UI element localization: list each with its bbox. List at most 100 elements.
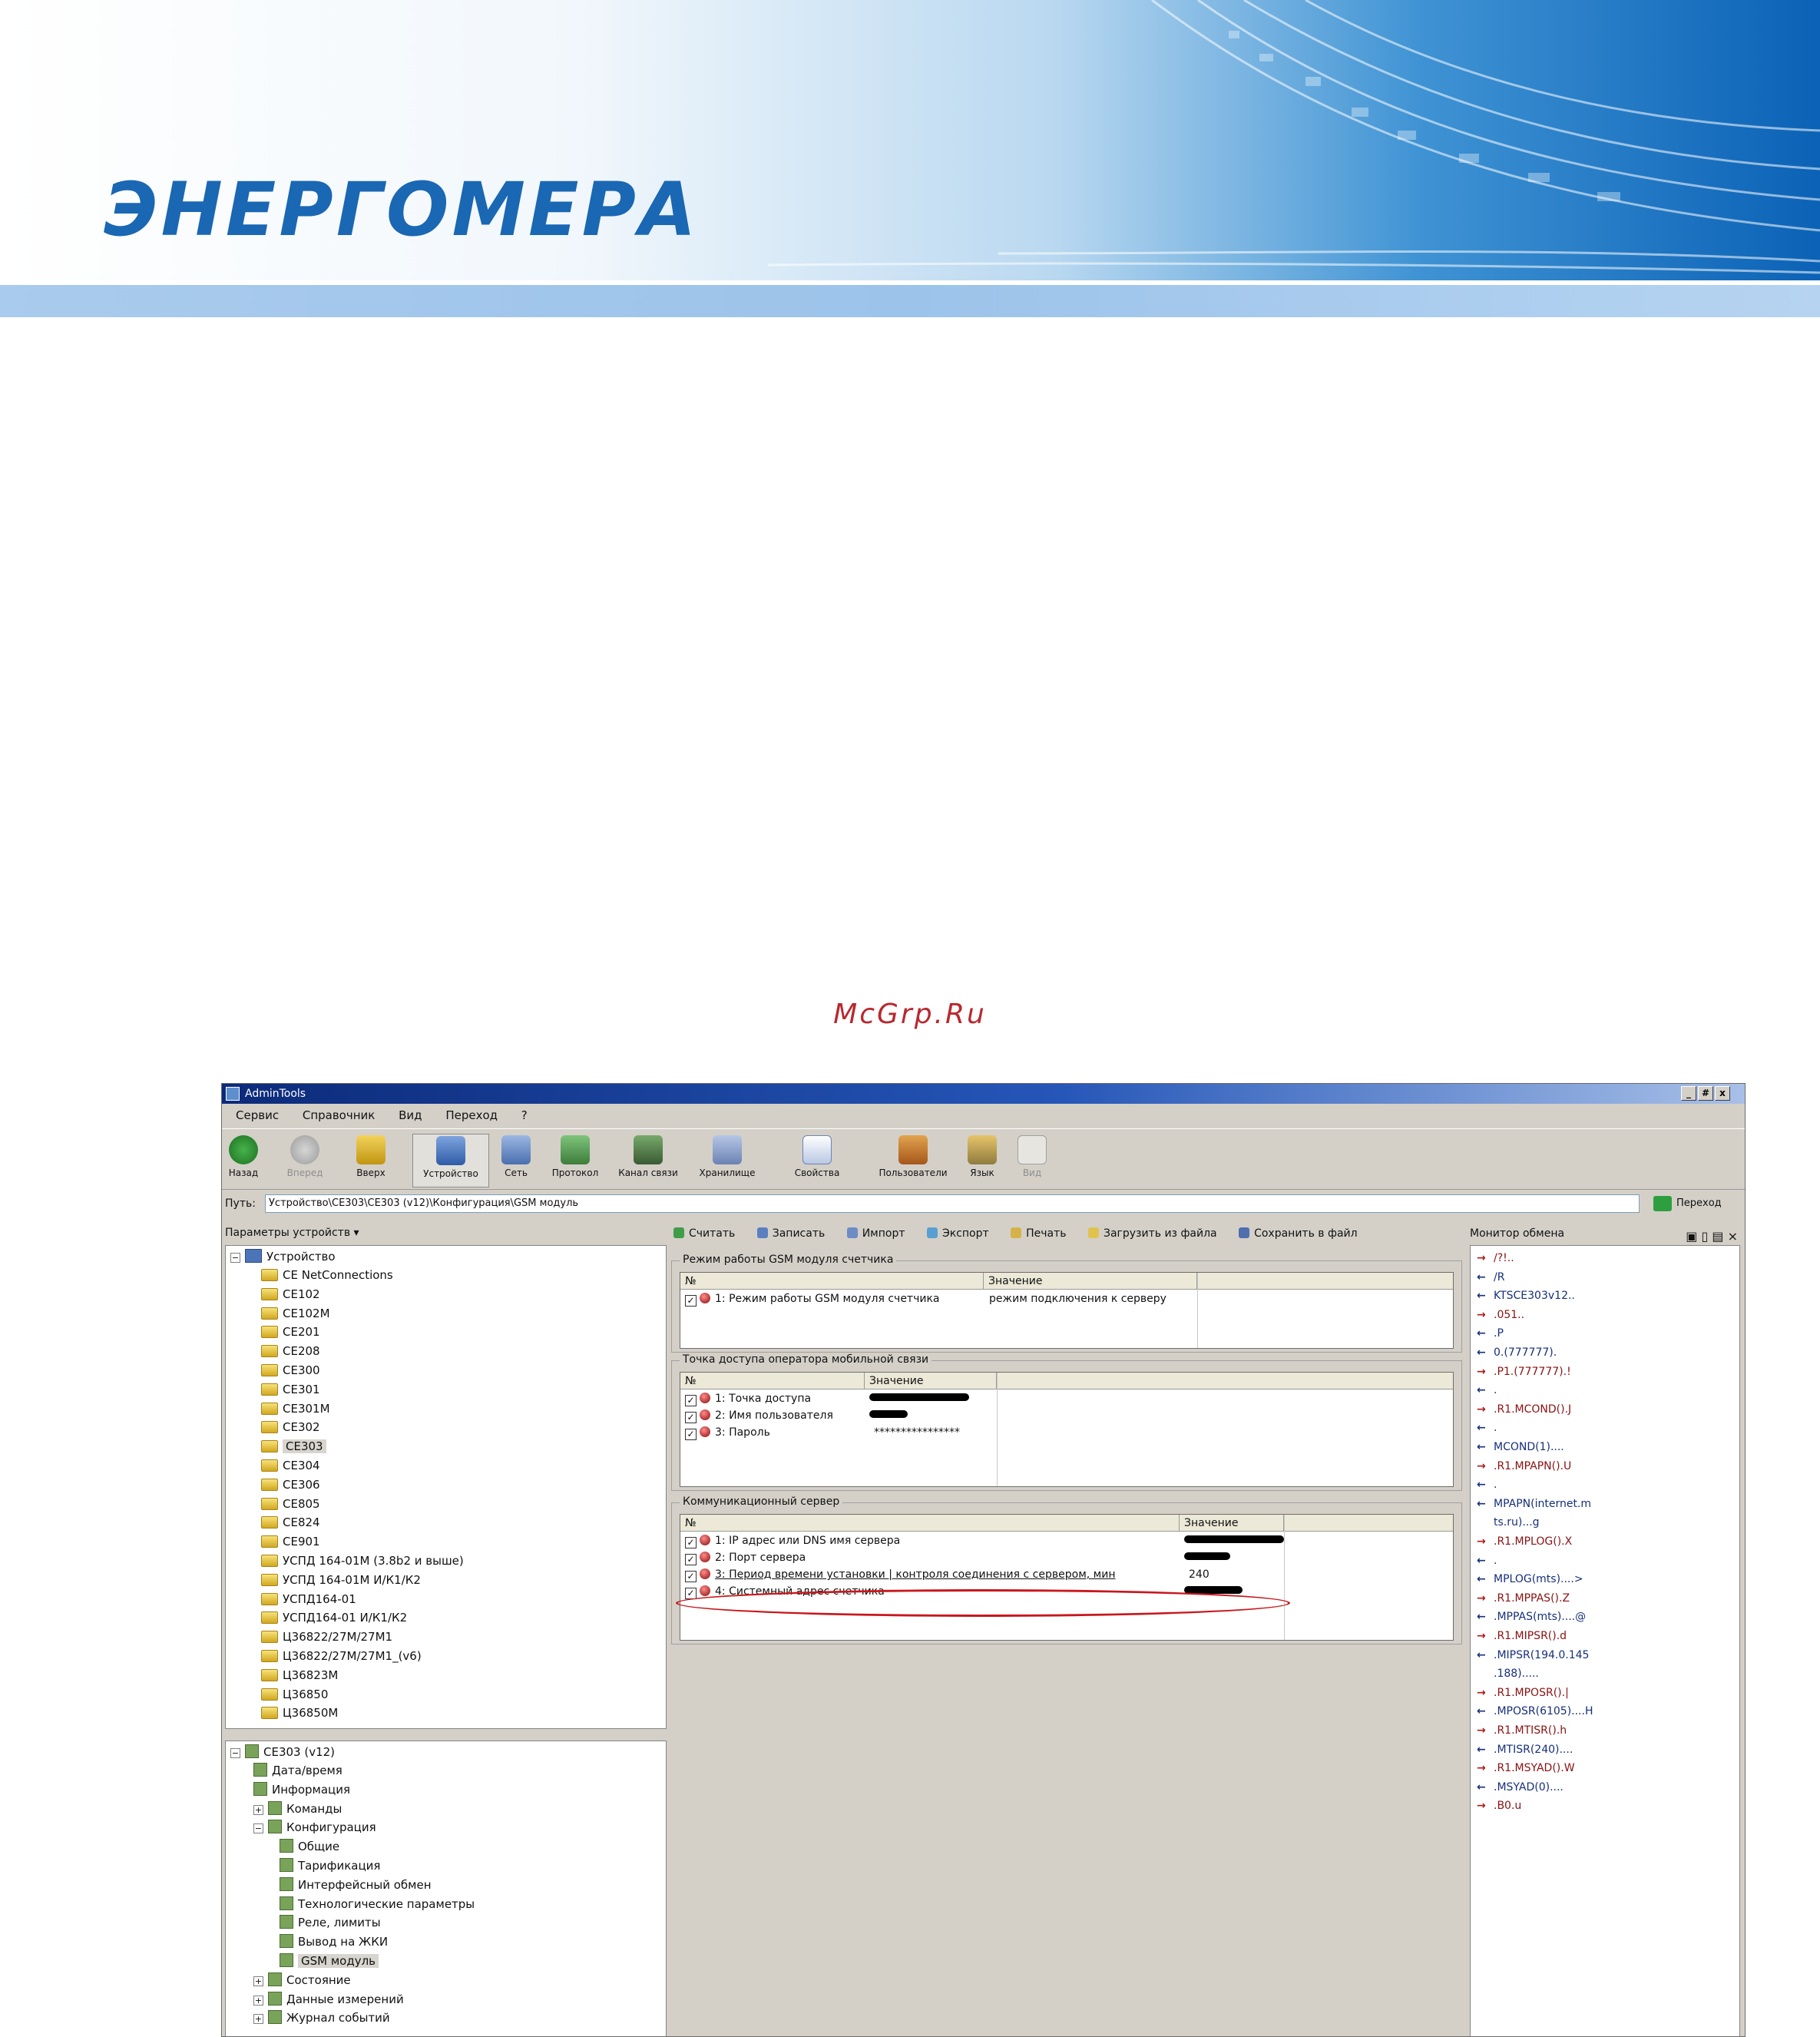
checkbox-icon[interactable]: ✓ <box>685 1537 697 1548</box>
collapse-icon[interactable]: − <box>230 1748 240 1758</box>
param-value[interactable] <box>869 1391 969 1406</box>
table-row[interactable]: ✓ 2: Имя пользователя <box>680 1408 1453 1423</box>
config-tree-item[interactable]: Дата/время <box>253 1761 342 1780</box>
config-tree-item[interactable]: + Данные измерений <box>253 1990 404 2009</box>
clear-icon[interactable]: ▤ <box>1712 1229 1723 1244</box>
col-number[interactable]: № <box>680 1373 865 1389</box>
read-button[interactable]: Считать <box>673 1227 735 1240</box>
device-tree-item[interactable]: CE NetConnections <box>261 1266 393 1284</box>
checkbox-icon[interactable]: ✓ <box>685 1395 697 1406</box>
table-row[interactable]: ✓ 2: Порт сервера <box>680 1550 1453 1565</box>
device-button[interactable]: Устройство <box>412 1134 489 1187</box>
tree-root-ce303[interactable]: − CE303 (v12) <box>230 1743 335 1761</box>
checkbox-icon[interactable]: ✓ <box>685 1429 697 1440</box>
param-value[interactable]: **************** <box>874 1425 960 1440</box>
device-tree-item[interactable]: CE301 <box>261 1380 320 1399</box>
device-tree-item[interactable]: CE102M <box>261 1304 330 1323</box>
device-tree-item[interactable]: Ц36822/27М/27М1_(v6) <box>261 1647 422 1665</box>
minimize-button[interactable]: _ <box>1681 1086 1696 1101</box>
expand-icon[interactable]: + <box>253 2014 263 2025</box>
menu-navigate[interactable]: Переход <box>445 1108 498 1122</box>
table-row[interactable]: ✓ 1: Режим работы GSM модуля счетчика реж… <box>680 1291 1453 1307</box>
checkbox-icon[interactable]: ✓ <box>685 1412 697 1423</box>
go-button[interactable]: Переход <box>1652 1194 1722 1213</box>
table-row[interactable]: ✓ 3: Пароль **************** <box>680 1425 1453 1440</box>
forward-button[interactable]: Вперед <box>283 1134 326 1187</box>
config-tree-item[interactable]: − Конфигурация <box>253 1818 376 1837</box>
config-tree-item[interactable]: Технологические параметры <box>280 1895 475 1913</box>
param-value[interactable] <box>1184 1550 1230 1565</box>
table-row[interactable]: ✓ 1: IP адрес или DNS имя сервера <box>680 1533 1453 1548</box>
col-value[interactable]: Значение <box>984 1273 1197 1290</box>
device-tree-item[interactable]: CE102 <box>261 1285 320 1303</box>
menu-reference[interactable]: Справочник <box>303 1108 376 1122</box>
config-tree-item[interactable]: Тарификация <box>280 1856 380 1875</box>
menu-help[interactable]: ? <box>521 1108 528 1122</box>
maximize-button[interactable]: # <box>1698 1086 1713 1101</box>
device-tree-item[interactable]: УСПД 164-01М И/К1/К2 <box>261 1571 421 1589</box>
device-tree-item[interactable]: Ц36822/27М/27М1 <box>261 1628 392 1646</box>
device-tree-item[interactable]: CE304 <box>261 1456 320 1475</box>
close-icon[interactable]: × <box>1728 1229 1738 1244</box>
device-params-dropdown[interactable]: Параметры устройств ▾ <box>225 1222 663 1244</box>
menu-view[interactable]: Вид <box>399 1108 422 1122</box>
checkbox-icon[interactable]: ✓ <box>685 1295 697 1307</box>
param-value[interactable] <box>1184 1533 1284 1548</box>
storage-button[interactable]: Хранилище <box>690 1134 764 1187</box>
config-tree-item[interactable]: GSM модуль <box>280 1952 379 1970</box>
save-icon[interactable]: ▣ <box>1686 1229 1697 1244</box>
back-button[interactable]: Назад <box>225 1134 262 1187</box>
param-value[interactable]: режим подключения к серверу <box>989 1291 1166 1307</box>
device-tree-item[interactable]: CE901 <box>261 1532 320 1551</box>
write-button[interactable]: Записать <box>756 1227 825 1240</box>
tree-root-device[interactable]: − Устройство <box>230 1247 336 1266</box>
config-tree-item[interactable]: + Команды <box>253 1800 342 1818</box>
table-row[interactable]: ✓ 3: Период времени установки | контроля … <box>680 1567 1453 1582</box>
device-tree-item[interactable]: CE208 <box>261 1342 320 1360</box>
device-tree-item[interactable]: CE301M <box>261 1399 330 1418</box>
expand-icon[interactable]: + <box>253 1976 263 1986</box>
users-button[interactable]: Пользователи <box>867 1134 959 1187</box>
channel-button[interactable]: Канал связи <box>610 1134 687 1187</box>
col-number[interactable]: № <box>680 1273 984 1290</box>
save-to-file-button[interactable]: Сохранить в файл <box>1239 1227 1358 1240</box>
export-button[interactable]: Экспорт <box>926 1227 989 1240</box>
view-button[interactable]: Вид <box>1013 1134 1051 1187</box>
param-value[interactable] <box>869 1408 908 1423</box>
device-tree-item[interactable]: CE824 <box>261 1513 320 1532</box>
config-tree-item[interactable]: Информация <box>253 1780 350 1799</box>
print-button[interactable]: Печать <box>1011 1227 1067 1240</box>
col-value[interactable]: Значение <box>1180 1515 1284 1532</box>
param-value[interactable]: 240 <box>1189 1567 1209 1582</box>
config-tree-item[interactable]: Общие <box>280 1837 339 1856</box>
device-tree-item[interactable]: CE201 <box>261 1323 320 1341</box>
protocol-button[interactable]: Протокол <box>544 1134 606 1187</box>
device-tree-item[interactable]: УСПД 164-01М (3.8b2 и выше) <box>261 1552 464 1570</box>
import-button[interactable]: Импорт <box>846 1227 905 1240</box>
collapse-icon[interactable]: − <box>230 1253 240 1263</box>
device-tree-item[interactable]: Ц36850 <box>261 1685 328 1704</box>
device-tree-item[interactable]: CE302 <box>261 1418 320 1436</box>
device-tree-item[interactable]: CE805 <box>261 1495 320 1513</box>
config-tree-item[interactable]: + Журнал событий <box>253 2009 390 2027</box>
config-tree-item[interactable]: Вывод на ЖКИ <box>280 1933 388 1951</box>
device-tree-item[interactable]: CE303 <box>261 1437 326 1456</box>
table-row[interactable]: ✓ 1: Точка доступа <box>680 1391 1453 1406</box>
config-tree-item[interactable]: Реле, лимиты <box>280 1913 381 1932</box>
expand-icon[interactable]: + <box>253 1804 263 1815</box>
page-icon[interactable]: ▯ <box>1701 1229 1708 1244</box>
col-number[interactable]: № <box>680 1515 1180 1532</box>
up-button[interactable]: Вверх <box>351 1134 391 1187</box>
network-button[interactable]: Сеть <box>497 1134 535 1187</box>
device-tree-item[interactable]: УСПД164-01 <box>261 1590 356 1608</box>
menu-service[interactable]: Сервис <box>236 1108 279 1122</box>
close-button[interactable]: x <box>1715 1086 1730 1101</box>
checkbox-icon[interactable]: ✓ <box>685 1554 697 1565</box>
expand-icon[interactable]: + <box>253 1995 263 2006</box>
device-tree-item[interactable]: CE300 <box>261 1361 320 1380</box>
path-input[interactable]: Устройство\CE303\CE303 (v12)\Конфигураци… <box>265 1194 1640 1213</box>
device-tree-item[interactable]: CE306 <box>261 1476 320 1494</box>
device-tree-item[interactable]: Ц36850М <box>261 1704 338 1722</box>
config-tree-item[interactable]: Интерфейсный обмен <box>280 1876 432 1894</box>
col-value[interactable]: Значение <box>865 1373 997 1389</box>
